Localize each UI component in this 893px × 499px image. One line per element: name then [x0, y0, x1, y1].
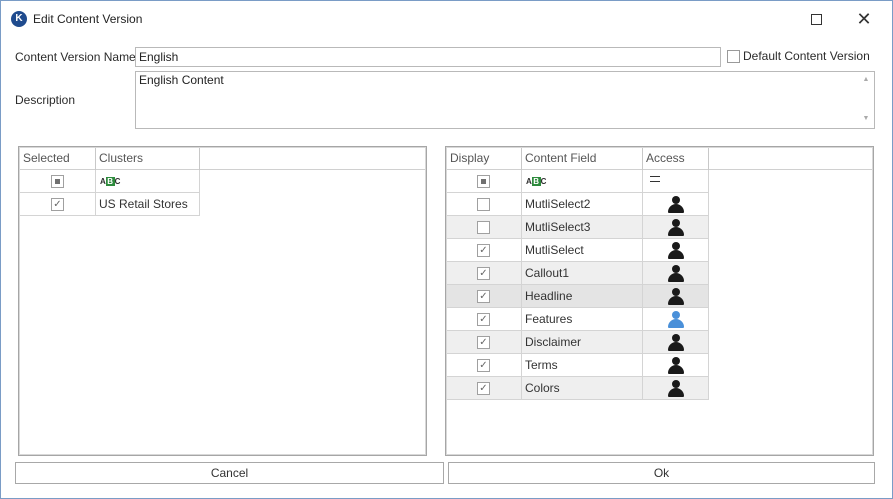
- scroll-down-icon[interactable]: ▼: [860, 113, 872, 125]
- content-version-name-label: Content Version Name: [15, 50, 136, 64]
- display-all-checkbox[interactable]: [477, 175, 490, 188]
- row-checkbox[interactable]: [477, 198, 490, 211]
- content-fields-grid: Display Content Field Access ABC MutliSe…: [445, 146, 874, 456]
- default-content-version-label: Default Content Version: [743, 49, 870, 63]
- user-blue-icon[interactable]: [668, 311, 684, 328]
- description-label: Description: [15, 93, 76, 107]
- scroll-up-icon[interactable]: ▲: [860, 74, 872, 86]
- maximize-icon: [810, 13, 822, 25]
- content-field-name: Colors: [522, 377, 643, 400]
- content-version-name-input[interactable]: English: [135, 47, 721, 67]
- title-bar: K Edit Content Version ✕: [1, 1, 892, 37]
- close-button[interactable]: ✕: [849, 7, 879, 31]
- content-field-name: Disclaimer: [522, 331, 643, 354]
- row-checkbox[interactable]: ✓: [477, 244, 490, 257]
- row-checkbox[interactable]: ✓: [51, 198, 64, 211]
- abc-filter-icon: ABC: [526, 177, 547, 186]
- content-fields-grid-header: Display Content Field Access: [447, 148, 872, 170]
- description-textarea[interactable]: English Content: [135, 71, 875, 129]
- window-title: Edit Content Version: [33, 12, 143, 26]
- row-checkbox[interactable]: ✓: [477, 382, 490, 395]
- user-black-icon[interactable]: [668, 242, 684, 259]
- content-field-name: Callout1: [522, 262, 643, 285]
- row-checkbox[interactable]: ✓: [477, 313, 490, 326]
- clusters-grid-header: Selected Clusters: [20, 148, 425, 170]
- row-checkbox[interactable]: ✓: [477, 290, 490, 303]
- row-checkbox[interactable]: ✓: [477, 359, 490, 372]
- app-logo-icon: K: [11, 11, 27, 27]
- user-black-icon[interactable]: [668, 288, 684, 305]
- cancel-button[interactable]: Cancel: [15, 462, 444, 484]
- edit-content-version-dialog: K Edit Content Version ✕ Content Version…: [0, 0, 893, 499]
- content-field-name: Headline: [522, 285, 643, 308]
- default-content-version-checkbox[interactable]: [727, 50, 740, 63]
- ok-button[interactable]: Ok: [448, 462, 875, 484]
- content-field-name: MutliSelect3: [522, 216, 643, 239]
- column-header-clusters[interactable]: Clusters: [96, 148, 200, 170]
- content-field-name: MutliSelect2: [522, 193, 643, 216]
- close-icon: ✕: [856, 8, 872, 29]
- clusters-filter-cell[interactable]: ABC: [96, 170, 200, 193]
- column-header-display[interactable]: Display: [447, 148, 522, 170]
- row-checkbox[interactable]: [477, 221, 490, 234]
- clusters-grid: Selected Clusters ABC ✓ US Retail Stores: [18, 146, 427, 456]
- content-field-filter-cell[interactable]: ABC: [522, 170, 643, 193]
- cluster-name: US Retail Stores: [96, 193, 200, 216]
- row-checkbox[interactable]: ✓: [477, 267, 490, 280]
- equals-icon: [650, 176, 660, 182]
- user-black-icon[interactable]: [668, 380, 684, 397]
- user-black-icon[interactable]: [668, 265, 684, 282]
- user-black-icon[interactable]: [668, 196, 684, 213]
- column-header-selected[interactable]: Selected: [20, 148, 96, 170]
- column-header-access[interactable]: Access: [643, 148, 709, 170]
- user-black-icon[interactable]: [668, 334, 684, 351]
- maximize-button[interactable]: [801, 7, 831, 31]
- select-all-checkbox[interactable]: [51, 175, 64, 188]
- content-field-name: Features: [522, 308, 643, 331]
- column-header-content-field[interactable]: Content Field: [522, 148, 643, 170]
- user-black-icon[interactable]: [668, 219, 684, 236]
- row-checkbox[interactable]: ✓: [477, 336, 490, 349]
- content-field-name: MutliSelect: [522, 239, 643, 262]
- access-filter-cell[interactable]: [643, 170, 709, 193]
- user-black-icon[interactable]: [668, 357, 684, 374]
- abc-filter-icon: ABC: [100, 177, 121, 186]
- content-field-name: Terms: [522, 354, 643, 377]
